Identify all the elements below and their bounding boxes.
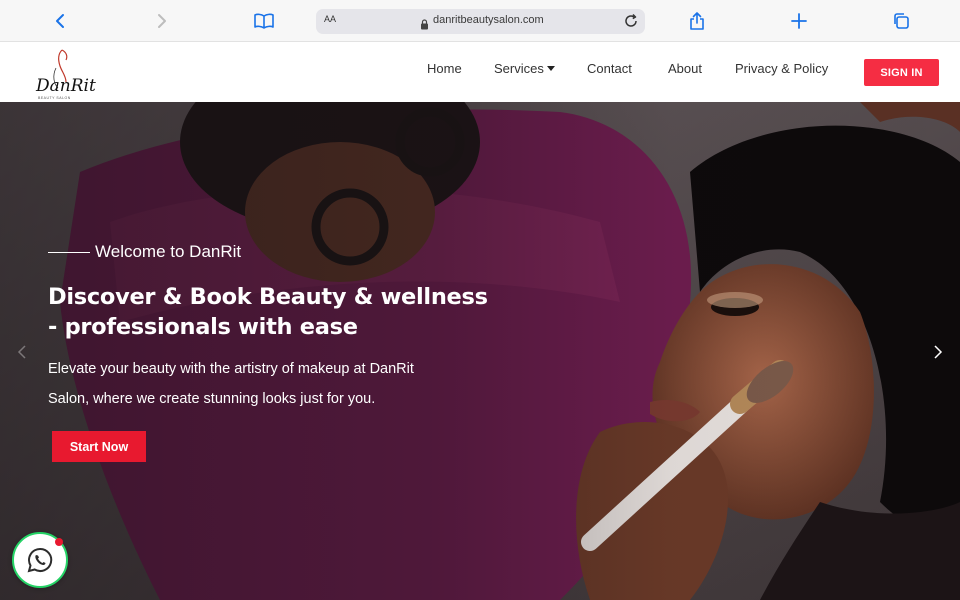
- back-icon[interactable]: [48, 9, 72, 33]
- nav-about[interactable]: About: [668, 61, 702, 76]
- tabs-icon[interactable]: [889, 9, 913, 33]
- caret-down-icon: [546, 66, 555, 71]
- text-size-button[interactable]: AA: [324, 14, 336, 24]
- nav-services[interactable]: Services: [494, 61, 555, 76]
- url-text: danritbeautysalon.com: [433, 14, 544, 26]
- nav-home[interactable]: Home: [427, 61, 462, 76]
- sign-in-button[interactable]: SIGN IN: [864, 59, 939, 86]
- share-icon[interactable]: [685, 9, 709, 33]
- notification-dot: [55, 538, 63, 546]
- lock-icon: [420, 15, 429, 34]
- bookmarks-icon[interactable]: [252, 9, 276, 33]
- hero-subtitle-line1: Elevate your beauty with the artistry of…: [48, 361, 414, 377]
- site-header: DanRit BEAUTY SALON Home Services Contac…: [0, 42, 960, 102]
- start-now-button[interactable]: Start Now: [52, 431, 146, 462]
- nav-contact[interactable]: Contact: [587, 61, 632, 76]
- logo-wordmark: DanRit: [35, 76, 96, 96]
- nav-privacy-policy[interactable]: Privacy & Policy: [735, 61, 828, 76]
- address-bar[interactable]: AA danritbeautysalon.com: [316, 9, 645, 34]
- welcome-text: Welcome to DanRit: [95, 242, 242, 261]
- chevron-right-icon[interactable]: [928, 342, 948, 362]
- hero-title-line2: - professionals with ease: [48, 314, 358, 340]
- welcome-tagline: Welcome to DanRit: [48, 242, 241, 262]
- hero-title-line1: Discover & Book Beauty & wellness: [48, 284, 488, 310]
- forward-icon[interactable]: [150, 9, 174, 33]
- hero-overlay: [0, 102, 960, 600]
- danrit-logo[interactable]: DanRit BEAUTY SALON: [32, 46, 98, 100]
- hero-subtitle: Elevate your beauty with the artistry of…: [48, 354, 478, 414]
- hero-subtitle-line2: Salon, where we create stunning looks ju…: [48, 391, 376, 407]
- welcome-divider: [48, 251, 90, 253]
- browser-toolbar: AA danritbeautysalon.com: [0, 0, 960, 42]
- logo-tagline: BEAUTY SALON: [38, 96, 71, 100]
- hero-banner: Welcome to DanRit Discover & Book Beauty…: [0, 102, 960, 600]
- hero-title: Discover & Book Beauty & wellness - prof…: [48, 282, 498, 342]
- reload-icon[interactable]: [623, 13, 639, 33]
- whatsapp-icon: [27, 547, 53, 573]
- chevron-left-icon[interactable]: [12, 342, 32, 362]
- nav-services-label: Services: [494, 61, 544, 76]
- new-tab-icon[interactable]: [787, 9, 811, 33]
